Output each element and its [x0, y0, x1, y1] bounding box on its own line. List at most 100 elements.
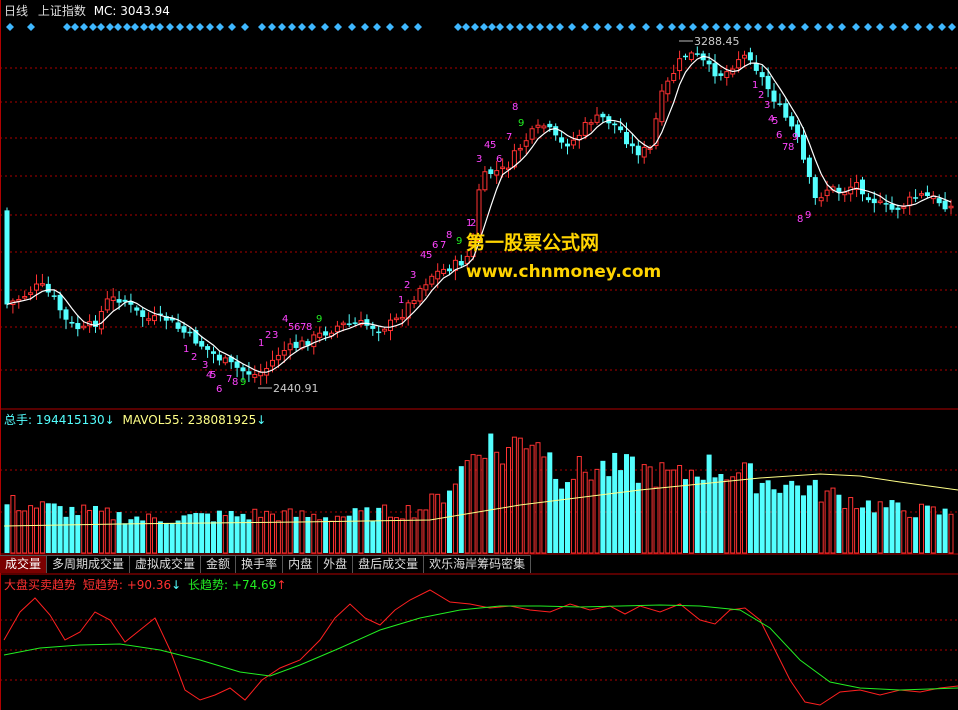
volume-bar-down: [116, 512, 122, 553]
candle-body-up: [311, 334, 317, 348]
volume-bar-up: [299, 510, 305, 554]
signal-diamond: [471, 23, 479, 31]
mc-value: 3043.94: [120, 4, 170, 18]
tab-virtual-volume[interactable]: 虚拟成交量: [130, 555, 202, 573]
tab-amount[interactable]: 金额: [201, 555, 237, 573]
candle-body-up: [34, 283, 39, 291]
candle-body-up: [877, 200, 883, 204]
td-count-label: 8: [446, 230, 452, 241]
volume-bar-up: [281, 510, 287, 554]
signal-diamond: [689, 23, 697, 31]
candle-body-down: [936, 198, 942, 204]
td-count-label: 3: [764, 100, 770, 111]
candle-body-down: [683, 55, 688, 58]
volume-bar-up: [39, 501, 45, 554]
period-label: 日线: [4, 4, 29, 18]
chart-canvas[interactable]: 1234567 8 912 345 6 7 891234 56 7891234 567891234…: [0, 0, 958, 710]
candle-body-down: [447, 268, 452, 272]
signal-diamond: [348, 23, 356, 31]
volume-bar-down: [871, 512, 877, 553]
candle-body-up: [104, 298, 110, 311]
volume-bar-down: [246, 519, 252, 553]
volume-bar-down: [205, 513, 211, 553]
volume-bar-up: [901, 510, 907, 554]
volume-bar-down: [860, 507, 865, 553]
td-count-label: 5: [426, 250, 432, 261]
candle-body-up: [382, 328, 388, 332]
signal-diamond: [131, 23, 139, 31]
signal-diamond: [628, 23, 636, 31]
volume-bar-down: [157, 521, 163, 553]
candle-body-down: [629, 143, 635, 147]
signal-diamond: [241, 23, 249, 31]
signal-diamond: [701, 23, 709, 31]
candle-body-up: [423, 284, 429, 291]
signal-diamond: [361, 23, 369, 31]
tab-volume[interactable]: 成交量: [0, 555, 48, 573]
volume-bar-up: [287, 508, 293, 554]
volume-bar-up: [405, 505, 411, 554]
candle-body-down: [323, 331, 329, 336]
volume-bar-down: [75, 515, 81, 553]
candle-body-up: [388, 319, 393, 332]
indicator-tab-bar: 成交量 多周期成交量 虚拟成交量 金额 换手率 内盘 外盘 盘后成交量 欢乐海岸…: [0, 555, 532, 573]
volume-bar-down: [565, 482, 570, 553]
volume-bar-up: [877, 501, 883, 554]
volume-bar-down: [93, 505, 98, 553]
volume-bar-up: [824, 490, 830, 554]
volume-bar-up: [470, 454, 476, 554]
td-count-label: 8: [797, 214, 803, 225]
volume-bar-down: [447, 490, 452, 553]
volume-bar-up: [919, 503, 924, 554]
signal-diamond: [604, 23, 612, 31]
candle-body-down: [116, 299, 122, 303]
candle-body-down: [865, 197, 871, 201]
volume-bar-up: [28, 505, 34, 554]
signal-diamond: [480, 23, 488, 31]
volume-bar-down: [801, 495, 806, 553]
td-count-label: 7: [506, 132, 512, 143]
tab-multi-period-volume[interactable]: 多周期成交量: [47, 555, 131, 573]
tab-inner-volume[interactable]: 内盘: [283, 555, 319, 573]
signal-diamond: [462, 23, 470, 31]
tab-chip-concentration[interactable]: 欢乐海岸筹码密集: [424, 555, 532, 573]
candle-body-up: [582, 121, 588, 136]
tab-outer-volume[interactable]: 外盘: [318, 555, 354, 573]
td-count-label: 3: [410, 270, 416, 281]
volume-bar-down: [795, 485, 801, 553]
volume-bar-up: [842, 507, 848, 554]
signal-diamond: [496, 23, 504, 31]
mavol-arrow: ↓: [256, 413, 267, 427]
volume-bar-down: [753, 493, 759, 553]
candle-body-down: [612, 123, 618, 126]
volume-bar-down: [228, 510, 234, 553]
volume-bar-down: [216, 510, 222, 553]
td-count-label: 8: [232, 377, 238, 388]
candle-body-up: [399, 316, 405, 320]
volume-bar-down: [683, 479, 688, 553]
td-count-label: 3: [272, 330, 278, 341]
candle-body-up: [736, 59, 742, 69]
candle-body-down: [376, 331, 382, 334]
candle-body-down: [364, 319, 370, 326]
volume-bar-up: [523, 448, 529, 554]
signal-diamond: [140, 23, 148, 31]
signal-diamond: [216, 23, 224, 31]
candle-body-down: [547, 123, 553, 128]
volume-bar-down: [747, 463, 753, 553]
signal-diamond: [938, 23, 946, 31]
tab-turnover[interactable]: 换手率: [236, 555, 284, 573]
tab-after-hours-volume[interactable]: 盘后成交量: [353, 555, 425, 573]
volume-bar-up: [511, 436, 517, 554]
signal-diamond: [156, 23, 164, 31]
long-trend-value: +74.69: [231, 578, 277, 592]
td-count-label: 5: [210, 370, 216, 381]
long-trend-line: [3, 604, 958, 691]
volume-bar-down: [240, 513, 246, 553]
volume-bar-down: [199, 513, 205, 553]
signal-diamond: [123, 23, 131, 31]
long-trend-arrow: ↑: [276, 578, 287, 592]
volume-bar-up: [388, 516, 393, 554]
volume-bar-down: [936, 514, 942, 553]
signal-diamond: [642, 23, 650, 31]
